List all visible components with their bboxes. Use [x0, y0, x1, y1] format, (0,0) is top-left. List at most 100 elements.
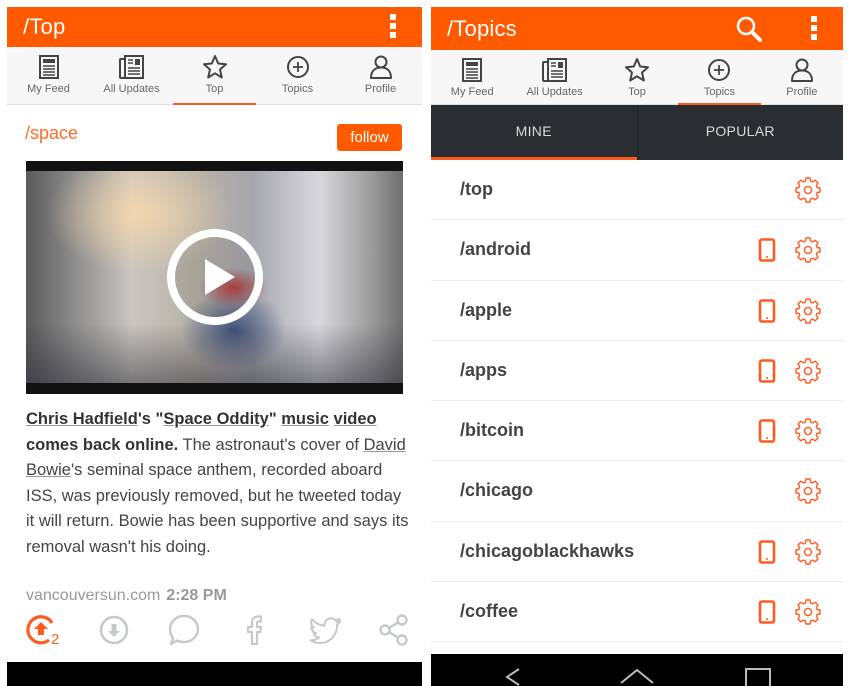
topic-row[interactable]: /chicago: [431, 461, 843, 522]
tab-top[interactable]: Top: [173, 47, 256, 105]
topic-row[interactable]: /chicagoblackhawks: [431, 522, 843, 583]
newspaper-icon: [118, 55, 144, 79]
gear-icon[interactable]: [795, 237, 821, 263]
tab-label: My Feed: [27, 83, 70, 95]
phone-notification-icon[interactable]: [758, 539, 776, 564]
comment-button[interactable]: [167, 613, 201, 647]
topic-row[interactable]: /apps: [431, 341, 843, 402]
play-icon[interactable]: [165, 227, 265, 327]
tab-label: All Updates: [526, 86, 583, 98]
topic-row[interactable]: /apple: [431, 281, 843, 341]
topic-row[interactable]: /top: [431, 160, 843, 221]
gear-icon[interactable]: [795, 478, 821, 505]
feed-icon: [462, 58, 483, 82]
topic-row[interactable]: /android: [431, 220, 843, 281]
downvote-button[interactable]: [97, 613, 131, 647]
gear-icon[interactable]: [795, 297, 821, 324]
system-nav-bar: [7, 662, 422, 686]
person-icon: [790, 58, 813, 82]
headline-text: comes back online.: [26, 435, 179, 454]
plus-circle-icon: [708, 59, 731, 81]
video-thumbnail[interactable]: [26, 161, 403, 394]
phone-notification-icon[interactable]: [758, 238, 776, 263]
gear-icon[interactable]: [795, 539, 821, 565]
overflow-menu-icon[interactable]: [390, 14, 396, 38]
topic-link[interactable]: /space: [25, 123, 78, 144]
action-bar: 2: [25, 613, 408, 653]
tab-all-updates[interactable]: All Updates: [513, 50, 595, 104]
app-bar: /Topics: [431, 7, 843, 50]
tab-all-updates[interactable]: All Updates: [90, 47, 173, 104]
upvote-count: 2: [51, 631, 60, 648]
article-text: Chris Hadfield's "Space Oddity" music vi…: [26, 407, 411, 560]
gear-icon[interactable]: [795, 177, 821, 203]
body-text: 's seminal space anthem, recorded aboard…: [26, 461, 409, 556]
phone-notification-icon[interactable]: [758, 419, 776, 443]
topic-row[interactable]: /coffee: [431, 582, 843, 643]
phone-notification-icon[interactable]: [758, 298, 776, 323]
tab-topics[interactable]: Topics: [678, 50, 762, 105]
upvote-button[interactable]: 2: [25, 613, 60, 648]
topics-screen: /Topics My Feed All Updates Top Topics P…: [431, 7, 843, 686]
person-icon: [369, 55, 392, 79]
main-tab-bar: My Feed All Updates Top Topics Profile: [7, 47, 422, 105]
tab-topics[interactable]: Topics: [256, 47, 339, 104]
tab-label: Topics: [703, 86, 736, 98]
source-link[interactable]: vancouversun.com: [26, 587, 160, 604]
topic-list: /top /android /apple /apps /bitcoin /chi…: [431, 160, 843, 643]
tab-label: My Feed: [450, 86, 494, 98]
tab-label: All Updates: [103, 83, 160, 95]
share-button[interactable]: [377, 613, 411, 647]
tab-my-feed[interactable]: My Feed: [431, 50, 513, 104]
twitter-share-button[interactable]: [309, 613, 343, 647]
topic-row[interactable]: /bitcoin: [431, 401, 843, 462]
app-bar: /Top: [7, 7, 422, 47]
share-icon: [379, 614, 408, 646]
topic-name: /apps: [460, 359, 508, 380]
facebook-share-button[interactable]: [238, 613, 272, 647]
plus-circle-icon: [286, 56, 309, 78]
topic-name: /coffee: [460, 601, 519, 622]
headline-text: ": [268, 410, 282, 428]
subtab-mine[interactable]: MINE: [431, 105, 637, 160]
star-icon: [202, 55, 227, 79]
tab-profile[interactable]: Profile: [761, 50, 843, 104]
star-icon: [625, 58, 650, 82]
headline-link[interactable]: video: [334, 410, 377, 428]
tab-my-feed[interactable]: My Feed: [7, 47, 90, 104]
tab-profile[interactable]: Profile: [339, 47, 422, 104]
downvote-icon: [99, 615, 129, 645]
follow-button[interactable]: follow: [337, 124, 402, 151]
back-icon[interactable]: [501, 667, 525, 686]
headline-link[interactable]: music: [281, 410, 329, 428]
comment-icon: [168, 614, 200, 646]
page-title: /Top: [23, 14, 66, 39]
phone-notification-icon[interactable]: [758, 359, 776, 383]
recents-icon[interactable]: [743, 667, 773, 686]
home-icon[interactable]: [619, 667, 655, 686]
topics-subtabs: MINE POPULAR: [431, 105, 843, 160]
post-time: 2:28 PM: [166, 587, 227, 604]
gear-icon[interactable]: [795, 418, 821, 444]
topic-name: /top: [460, 179, 493, 199]
tab-top[interactable]: Top: [596, 50, 678, 104]
subtab-popular[interactable]: POPULAR: [636, 105, 844, 160]
tab-label: Top: [205, 83, 224, 95]
headline-link[interactable]: Chris Hadfield: [26, 410, 138, 428]
feed-icon: [38, 55, 59, 79]
topic-name: /apple: [460, 299, 513, 320]
tab-label: Profile: [786, 86, 818, 98]
search-icon[interactable]: [735, 15, 763, 43]
topic-name: /bitcoin: [460, 420, 524, 441]
gear-icon[interactable]: [795, 599, 821, 625]
newspaper-icon: [541, 58, 567, 82]
page-title: /Topics: [447, 16, 517, 41]
gear-icon[interactable]: [795, 358, 821, 384]
headline-link[interactable]: Space Oddity: [163, 410, 268, 428]
body-text: The astronaut's cover of: [178, 435, 364, 454]
topic-name: /chicagoblackhawks: [460, 540, 635, 561]
phone-notification-icon[interactable]: [758, 600, 776, 624]
tab-label: Top: [628, 86, 646, 98]
overflow-menu-icon[interactable]: [811, 16, 817, 40]
topic-name: /android: [460, 239, 531, 260]
